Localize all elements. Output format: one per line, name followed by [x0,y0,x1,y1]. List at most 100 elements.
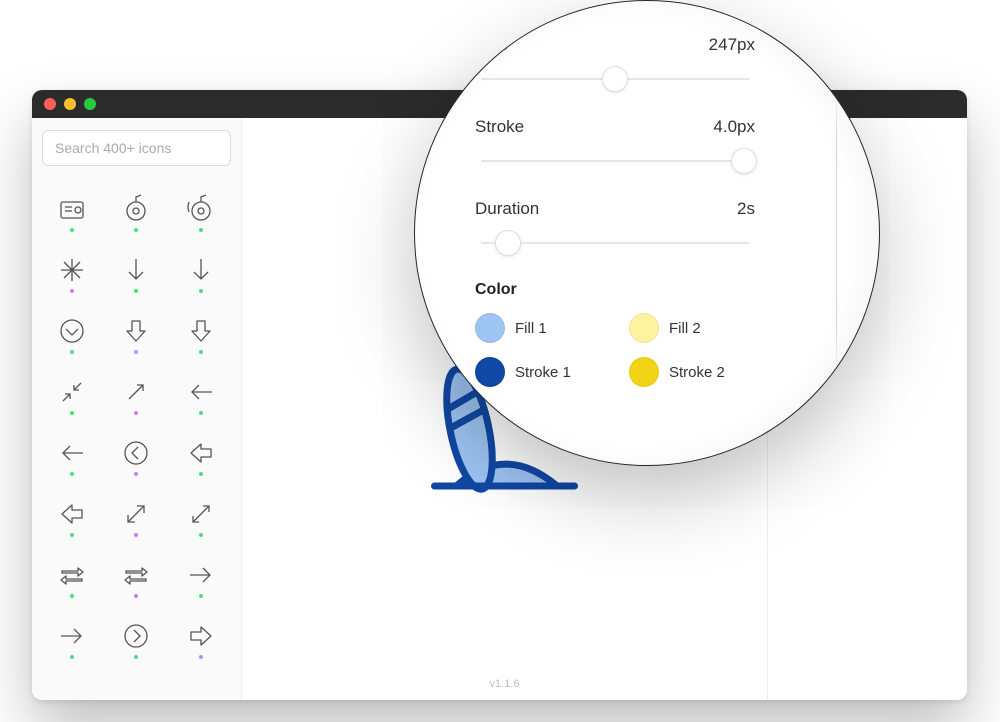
icon-item[interactable] [171,611,231,666]
stroke-label: Stroke [475,117,524,137]
icon-item[interactable] [42,184,102,239]
icon-item[interactable] [42,489,102,544]
fill2-swatch [629,313,659,343]
status-dot [70,472,74,476]
size-control: Size 247px [475,35,755,93]
icon-item[interactable] [106,550,166,605]
icon-item[interactable] [42,611,102,666]
status-dot [134,594,138,598]
stroke-control: Stroke 4.0px [475,117,755,175]
fill1-swatch [475,313,505,343]
status-dot [199,411,203,415]
chevron-down-circle-icon [55,314,89,348]
stroke2-swatch [629,357,659,387]
size-slider[interactable] [481,65,749,93]
icon-item[interactable] [42,245,102,300]
status-dot [199,594,203,598]
icon-item[interactable] [106,245,166,300]
arrow-down-block-icon [119,314,153,348]
arrow-left-long-icon [55,436,89,470]
icon-item[interactable] [42,550,102,605]
icon-item[interactable] [106,184,166,239]
fill1-color-picker[interactable]: Fill 1 [475,313,601,343]
status-dot [199,472,203,476]
status-dot [70,533,74,537]
chevron-right-circle-icon [119,619,153,653]
status-dot [70,228,74,232]
arrow-right-long-icon [55,619,89,653]
search-input[interactable] [42,130,231,166]
status-dot [70,594,74,598]
status-dot [70,350,74,354]
duration-slider-thumb[interactable] [495,230,521,256]
status-dot [134,350,138,354]
icon-item[interactable] [171,245,231,300]
arrow-left-block-icon [184,436,218,470]
chevron-left-circle-icon [119,436,153,470]
arrow-right-icon [184,558,218,592]
bell-ring-icon [184,192,218,226]
arrows-exchange-icon [55,558,89,592]
size-slider-thumb[interactable] [602,66,628,92]
arrow-collapse-icon [55,375,89,409]
duration-slider[interactable] [481,229,749,257]
status-dot [199,289,203,293]
stroke-slider[interactable] [481,147,749,175]
icon-item[interactable] [171,489,231,544]
arrow-expand-icon [119,497,153,531]
icon-item[interactable] [42,428,102,483]
duration-label: Duration [475,199,539,219]
stroke2-color-picker[interactable]: Stroke 2 [629,357,755,387]
sidebar [32,118,242,700]
status-dot [134,533,138,537]
icon-item[interactable] [171,428,231,483]
icon-item[interactable] [106,489,166,544]
icon-item[interactable] [171,184,231,239]
color-heading: Color [475,281,755,299]
color-pickers: Fill 1 Fill 2 Stroke 1 Stroke 2 [475,313,755,387]
icon-item[interactable] [42,306,102,361]
duration-value: 2s [737,199,755,219]
arrow-left-icon [184,375,218,409]
status-dot [70,411,74,415]
status-dot [199,228,203,232]
status-dot [199,350,203,354]
icon-item[interactable] [106,428,166,483]
status-dot [70,289,74,293]
icon-item[interactable] [171,550,231,605]
icon-item[interactable] [106,306,166,361]
size-label: Size [475,35,508,55]
arrow-right-block-icon [184,619,218,653]
stroke-slider-thumb[interactable] [731,148,757,174]
status-dot [134,289,138,293]
icon-grid [42,184,231,666]
status-dot [134,228,138,232]
duration-control: Duration 2s [475,199,755,257]
maximize-window-button[interactable] [84,98,96,110]
version-label: v1.1.6 [490,678,520,690]
arrows-exchange-alt-icon [119,558,153,592]
minimize-window-button[interactable] [64,98,76,110]
icon-item[interactable] [106,611,166,666]
arrow-expand-out-icon [184,497,218,531]
bell-outline-icon [119,192,153,226]
radio-icon [55,192,89,226]
stroke1-swatch [475,357,505,387]
arrow-down-icon [119,253,153,287]
icon-item[interactable] [171,306,231,361]
status-dot [134,655,138,659]
status-dot [134,411,138,415]
icon-item[interactable] [106,367,166,422]
stroke1-color-picker[interactable]: Stroke 1 [475,357,601,387]
arrow-down-icon-2 [184,253,218,287]
arrow-down-block-icon-2 [184,314,218,348]
size-value: 247px [709,35,755,55]
panel-divider [836,1,837,465]
arrow-left-block-outline-icon [55,497,89,531]
icon-item[interactable] [171,367,231,422]
status-dot [70,655,74,659]
stroke-value: 4.0px [713,117,755,137]
fill2-color-picker[interactable]: Fill 2 [629,313,755,343]
close-window-button[interactable] [44,98,56,110]
icon-item[interactable] [42,367,102,422]
